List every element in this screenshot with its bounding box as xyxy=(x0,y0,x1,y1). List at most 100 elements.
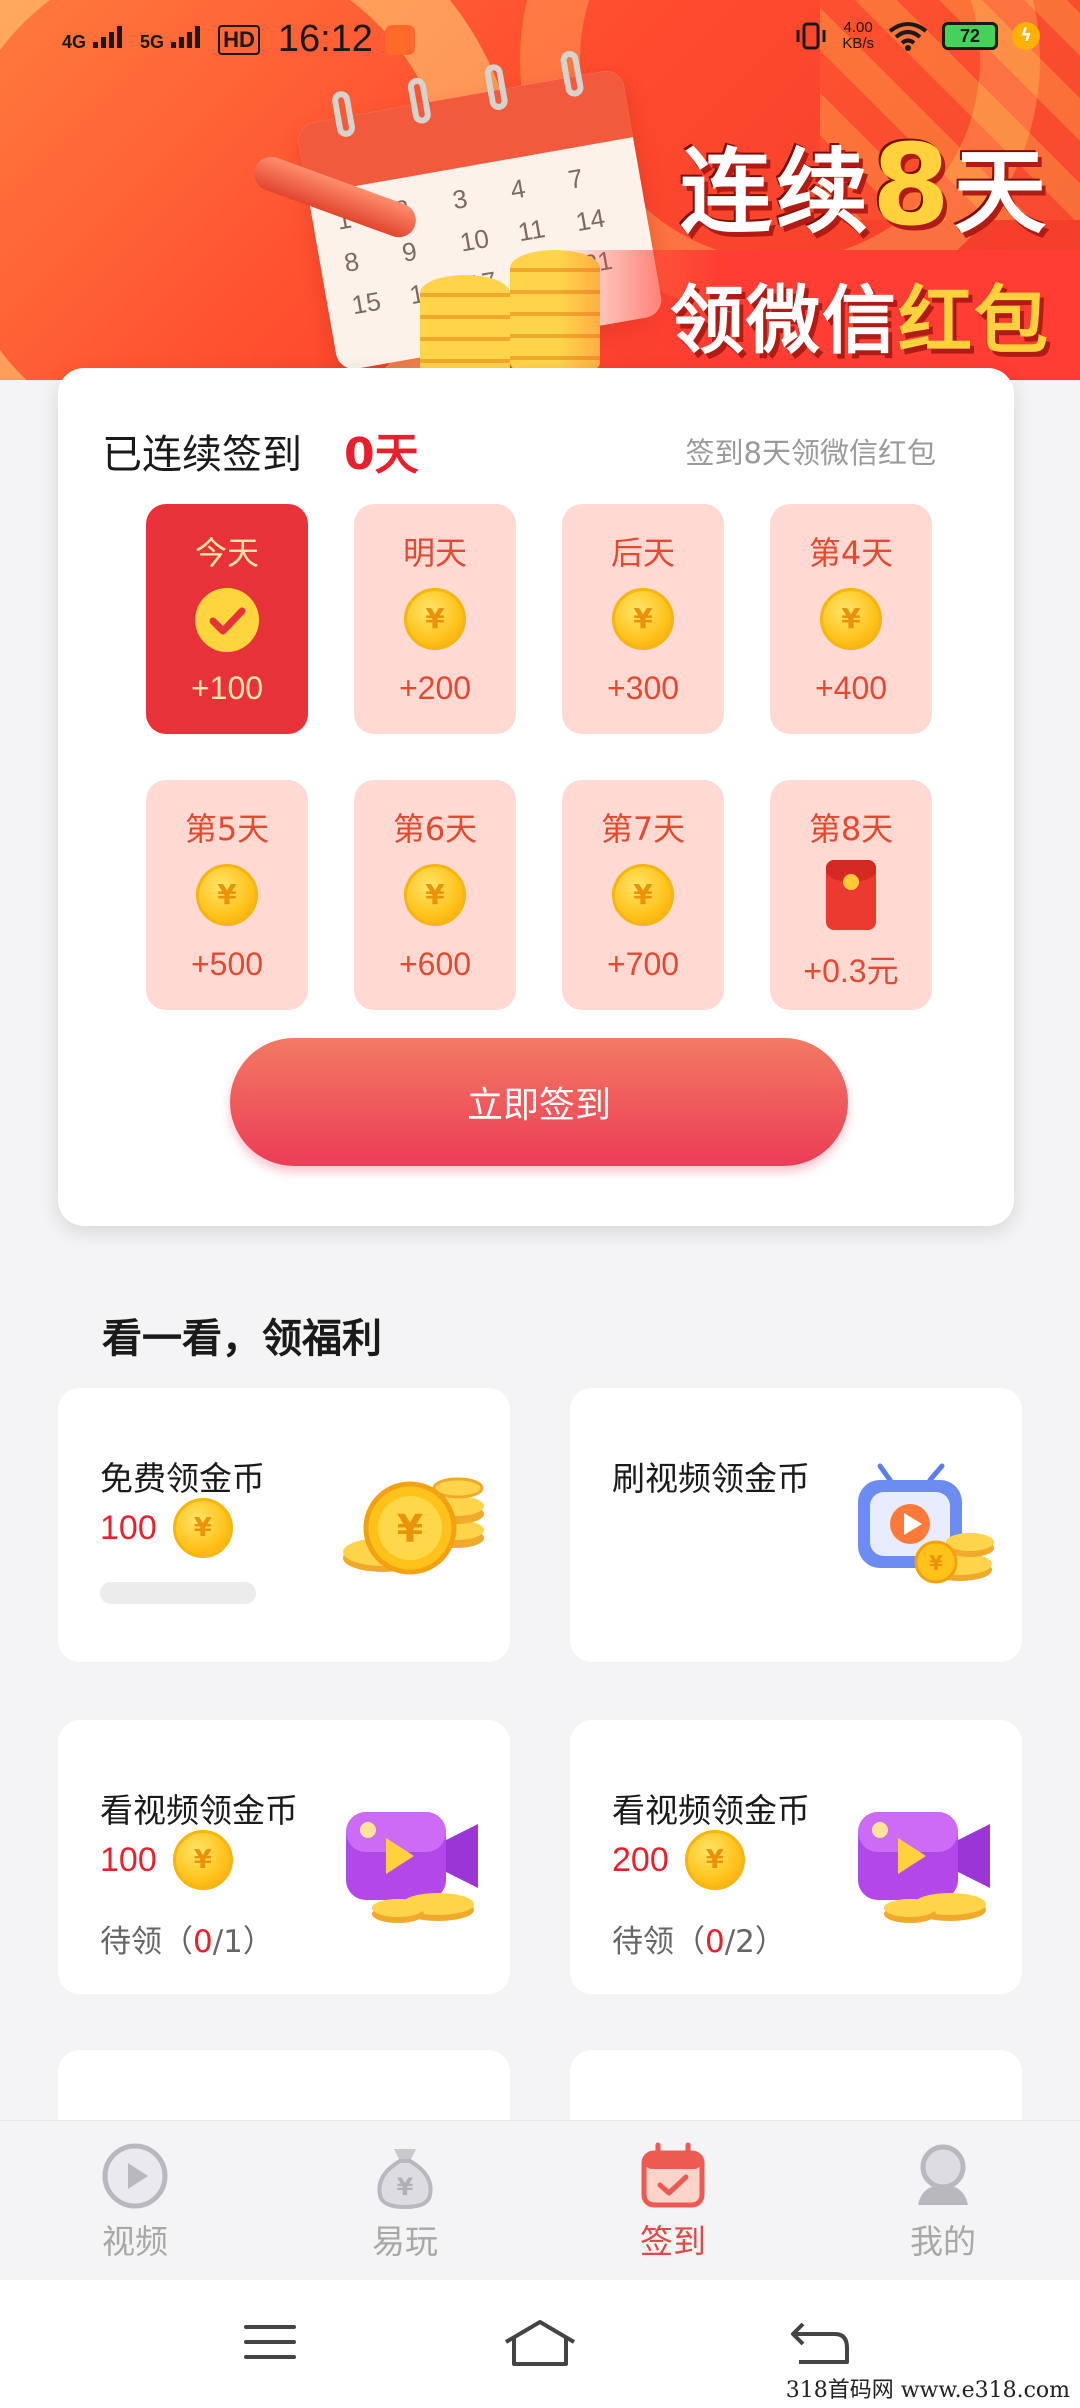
day-tile[interactable]: 第8天 +0.3元 xyxy=(770,780,932,1010)
day-reward: +700 xyxy=(606,946,680,982)
day-label: 今天 xyxy=(194,534,259,572)
calendar-number: 14 xyxy=(573,202,608,238)
banner-title: 连续8天 领微信红包 xyxy=(670,118,1050,368)
day-reward: +300 xyxy=(606,670,680,706)
home-button[interactable] xyxy=(500,2308,580,2378)
day-reward: +200 xyxy=(398,670,472,706)
tab-signin[interactable]: 签到 xyxy=(598,2141,748,2263)
coin-icon: ¥ xyxy=(172,1498,233,1558)
bottom-tab-bar: 视频 ¥ 易玩 签到 我的 xyxy=(0,2120,1080,2280)
coin-icon: ¥ xyxy=(196,864,258,926)
battery-icon: 72 xyxy=(942,22,998,50)
day-label: 第5天 xyxy=(184,810,270,848)
video-camera-icon xyxy=(858,1812,990,1923)
calendar-number: 7 xyxy=(565,162,586,195)
day-label: 第6天 xyxy=(392,810,478,848)
signal-bars-icon xyxy=(93,26,123,48)
task-reward: 200 ¥ xyxy=(612,1830,745,1890)
red-packet-icon xyxy=(826,860,876,930)
calendar-check-icon xyxy=(641,2142,705,2208)
task-amount: 100 xyxy=(100,1840,157,1879)
task-card-free-coins[interactable]: 免费领金币 100 ¥ ¥ xyxy=(58,1388,510,1662)
signal-bars-icon xyxy=(171,26,201,48)
tab-label: 视频 xyxy=(102,2222,168,2261)
hd-voice-icon: HD xyxy=(218,24,260,55)
svg-text:¥: ¥ xyxy=(397,2173,414,2201)
back-icon xyxy=(791,2322,849,2364)
day-tile[interactable]: 第5天 ¥ +500 xyxy=(146,780,308,1010)
banner-title-line1-suffix: 天 xyxy=(953,139,1050,246)
tab-easy-play[interactable]: ¥ 易玩 xyxy=(330,2141,480,2263)
day-label: 第4天 xyxy=(808,534,894,572)
calendar-number: 3 xyxy=(450,183,470,216)
check-icon xyxy=(195,588,259,652)
coin-pile-icon: ¥ xyxy=(343,1477,484,1575)
day-label: 明天 xyxy=(402,534,467,572)
calendar-number: 10 xyxy=(457,222,492,258)
task-reward: 100 ¥ xyxy=(100,1830,233,1890)
day-tile[interactable]: 明天 ¥ +200 xyxy=(354,504,516,734)
charging-icon: ϟ xyxy=(1012,22,1040,50)
task-progress-bar xyxy=(100,1582,256,1604)
task-card-watch-video[interactable]: 看视频领金币 100 ¥ 待领（0/1） xyxy=(58,1720,510,1994)
coin-icon: ¥ xyxy=(404,864,466,926)
tab-label: 签到 xyxy=(640,2222,706,2261)
banner-title-line1-prefix: 连续 xyxy=(680,139,873,246)
banner-title-highlight: 红包 xyxy=(898,278,1050,364)
menu-icon xyxy=(244,2324,296,2359)
task-card-scroll-videos[interactable]: 刷视频领金币 ¥ xyxy=(570,1388,1022,1662)
task-title: 免费领金币 xyxy=(100,1459,265,1498)
calendar-number: 11 xyxy=(515,213,548,248)
signin-day-grid: 今天 +100 明天 ¥ +200 后天 ¥ +300 第4天 ¥ +400 第… xyxy=(146,504,932,1010)
day-reward: +500 xyxy=(190,946,264,982)
calendar-number: 4 xyxy=(508,172,528,205)
clock: 16:12 xyxy=(277,18,373,60)
calendar-number: 9 xyxy=(399,235,420,268)
back-button[interactable] xyxy=(780,2308,860,2378)
day-tile[interactable]: 第6天 ¥ +600 xyxy=(354,780,516,1010)
home-icon xyxy=(504,2319,576,2366)
streak-count: 0天 xyxy=(344,429,419,480)
watermark: 318首码网 www.e318.com xyxy=(785,2378,1070,2403)
menu-button[interactable] xyxy=(230,2308,310,2378)
day-tile[interactable]: 第7天 ¥ +700 xyxy=(562,780,724,1010)
tab-mine[interactable]: 我的 xyxy=(868,2141,1018,2263)
task-status: 待领（0/1） xyxy=(100,1924,274,1960)
task-title: 刷视频领金币 xyxy=(612,1459,810,1498)
coin-icon: ¥ xyxy=(404,588,466,650)
coin-icon: ¥ xyxy=(612,864,674,926)
streak-label: 已连续签到 xyxy=(102,432,302,478)
svg-text:¥: ¥ xyxy=(397,1507,423,1551)
day-reward: +600 xyxy=(398,946,472,982)
status-bar: 4G 5G HD 16:12 4.00 KB/s 72 ϟ xyxy=(0,0,1080,80)
app-notification-icon xyxy=(384,24,415,55)
calendar-number: 15 xyxy=(349,285,383,321)
day-label: 第8天 xyxy=(808,810,894,848)
signal-5g-indicator: 5G xyxy=(140,26,206,53)
day-tile[interactable]: 今天 +100 xyxy=(146,504,308,734)
coin-stack-icon xyxy=(420,275,510,380)
tasks-section-title: 看一看，领福利 xyxy=(102,1316,382,1362)
vibrate-icon xyxy=(796,22,826,50)
day-tile[interactable]: 后天 ¥ +300 xyxy=(562,504,724,734)
wifi-icon xyxy=(888,22,928,51)
system-navigation-bar: 318首码网 www.e318.com xyxy=(0,2280,1080,2408)
tab-video[interactable]: 视频 xyxy=(60,2141,210,2263)
coin-icon: ¥ xyxy=(820,588,882,650)
task-card-watch-video[interactable]: 看视频领金币 200 ¥ 待领（0/2） xyxy=(570,1720,1022,1994)
svg-text:¥: ¥ xyxy=(929,1551,943,1575)
day-label: 第7天 xyxy=(600,810,686,848)
profile-icon xyxy=(918,2144,968,2205)
signin-now-button[interactable]: 立即签到 xyxy=(230,1038,848,1166)
banner-title-number: 8 xyxy=(872,121,954,251)
signal-4g-indicator: 4G xyxy=(62,26,128,53)
tv-coins-icon: ¥ xyxy=(858,1463,994,1584)
task-title: 看视频领金币 xyxy=(100,1791,298,1830)
day-tile[interactable]: 第4天 ¥ +400 xyxy=(770,504,932,734)
task-amount: 200 xyxy=(612,1840,669,1879)
banner-title-line2: 领微信 xyxy=(670,278,898,364)
network-speed: 4.00 KB/s xyxy=(842,19,874,52)
coin-icon: ¥ xyxy=(612,588,674,650)
signin-hint: 签到8天领微信红包 xyxy=(685,436,936,470)
video-camera-icon xyxy=(346,1812,478,1923)
